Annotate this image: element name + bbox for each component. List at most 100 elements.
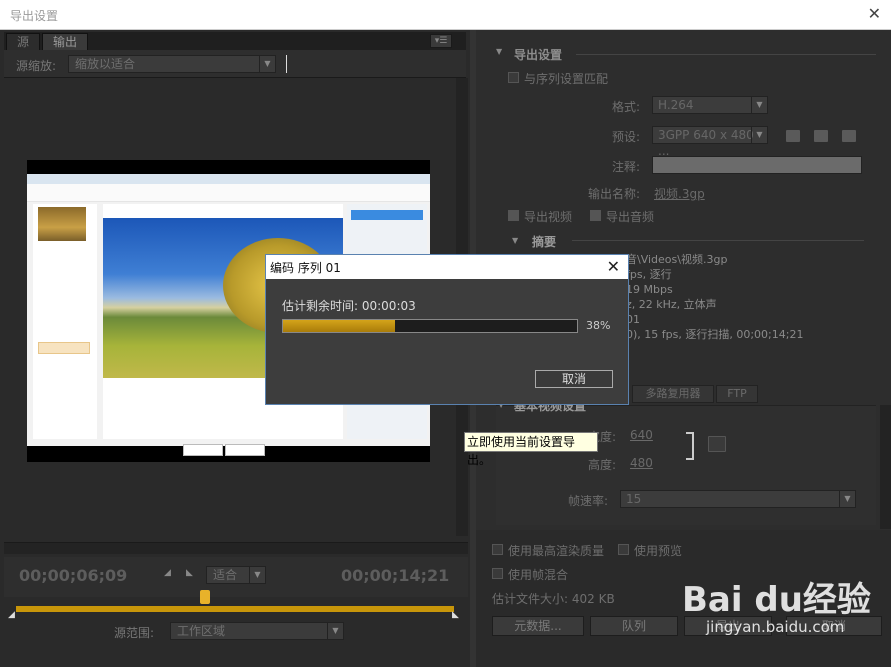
chevron-down-icon: ▼ (249, 567, 265, 583)
summary-line: z, 22 kHz, 立体声 (626, 298, 717, 311)
export-audio-checkbox[interactable] (590, 210, 601, 221)
save-preset-icon[interactable] (786, 130, 800, 142)
metadata-button[interactable]: 元数据... (492, 616, 584, 636)
playhead-icon[interactable] (200, 590, 210, 604)
import-preset-icon[interactable] (814, 130, 828, 142)
tab-source[interactable]: 源 (6, 33, 41, 50)
summary-line: 19 Mbps (626, 283, 673, 296)
preset-dropdown[interactable]: 3GPP 640 x 480 ... ▼ (652, 126, 768, 158)
collapse-triangle-icon[interactable]: ▼ (512, 236, 518, 245)
tab-output[interactable]: 输出 (42, 33, 89, 50)
divider (576, 54, 876, 55)
export-settings-heading: 导出设置 (514, 48, 563, 62)
frame-right-tabs (351, 210, 423, 220)
summary-line: 音\Videos\视频.3gp (626, 253, 728, 266)
summary-line: fps, 逐行 (626, 268, 672, 281)
export-audio-label: 导出音频 (606, 210, 655, 224)
settings-scrollbar[interactable] (880, 405, 891, 529)
comment-input[interactable] (652, 156, 862, 174)
source-range-row: 源范围: 工作区域 ▼ (4, 618, 468, 646)
use-preview-checkbox[interactable] (618, 544, 629, 555)
frame-sidebar (33, 204, 97, 439)
source-scaling-row: 源缩放: 缩放以适合 ▼ (4, 50, 466, 78)
window-title: 导出设置 (10, 9, 59, 23)
watermark-url: jingyan.baidu.com (706, 618, 845, 636)
max-render-checkbox[interactable] (492, 544, 503, 555)
export-tooltip: 立即使用当前设置导出。 (464, 432, 598, 467)
framerate-dropdown[interactable]: 15 ▼ (620, 490, 856, 508)
dialog-cancel-button[interactable]: 取消 (535, 370, 613, 388)
tab-multiplexer[interactable]: 多路复用器 (632, 385, 714, 403)
delete-preset-icon[interactable] (842, 130, 856, 142)
queue-button[interactable]: 队列 (590, 616, 678, 636)
summary-line: 0), 15 fps, 逐行扫描, 00;00;14;21 (626, 328, 804, 341)
close-icon[interactable]: ✕ (607, 257, 620, 276)
output-name-link[interactable]: 视频.3gp (654, 185, 705, 202)
preview-tabs: 源 输出 ▾☰ (4, 32, 466, 50)
source-scaling-value: 缩放以适合 (75, 57, 136, 71)
export-video-label: 导出视频 (524, 210, 573, 224)
panel-menu-icon[interactable]: ▾☰ (430, 34, 452, 48)
timecode-current[interactable]: 00;00;06;09 (19, 566, 127, 585)
viewer-horizontal-scrollbar[interactable] (4, 542, 468, 554)
width-value[interactable]: 640 (630, 428, 653, 442)
height-value[interactable]: 480 (630, 456, 653, 470)
encoding-dialog: 编码 序列 01 ✕ 估计剩余时间: 00:00:03 38% 取消 (265, 254, 629, 405)
baidu-watermark: Bai du经验 jingyan.baidu.com (682, 572, 882, 642)
source-range-dropdown[interactable]: 工作区域 ▼ (170, 622, 344, 640)
export-settings-window: 导出设置 ✕ 源 输出 ▾☰ 源缩放: 缩放以适合 ▼ 00;00;06;09 … (0, 0, 891, 667)
source-scaling-dropdown[interactable]: 缩放以适合 ▼ (68, 55, 276, 73)
use-preview-label: 使用预览 (634, 544, 683, 558)
progress-fill (283, 320, 395, 332)
match-sequence-label: 与序列设置匹配 (524, 72, 609, 86)
frame-titlebar (27, 174, 430, 184)
frame-sidebar-button (38, 342, 90, 354)
chevron-down-icon: ▼ (839, 491, 855, 507)
format-label: 格式: (612, 100, 641, 114)
frame-toolbar (27, 184, 430, 202)
link-icon[interactable] (708, 436, 726, 452)
progress-percent: 38% (586, 319, 611, 332)
framerate-value: 15 (626, 492, 642, 506)
preset-value: 3GPP 640 x 480 ... (658, 128, 754, 158)
preset-label: 预设: (612, 130, 641, 144)
max-render-label: 使用最高渲染质量 (508, 544, 605, 558)
dialog-titlebar: 编码 序列 01 ✕ (266, 255, 628, 279)
collapse-triangle-icon[interactable]: ▼ (496, 47, 502, 56)
fit-value: 适合 (213, 568, 238, 582)
height-label: 高度: (588, 458, 617, 472)
close-icon[interactable]: ✕ (868, 4, 881, 23)
frame-ok-button (183, 444, 223, 456)
fit-dropdown[interactable]: 适合 ▼ (206, 566, 266, 584)
framerate-label: 帧速率: (568, 494, 609, 508)
frame-blend-label: 使用帧混合 (508, 568, 569, 582)
source-range-value: 工作区域 (177, 624, 226, 638)
frame-cancel-button (225, 444, 265, 456)
mark-out-icon[interactable]: ◣ (186, 568, 193, 578)
summary-line: 01 (626, 313, 640, 326)
match-sequence-checkbox[interactable] (508, 72, 519, 83)
crop-divider (286, 55, 287, 73)
video-settings-section: ▼ 基本视频设置 宽度: 640 高度: 480 帧速率: 15 ▼ (496, 399, 876, 525)
source-range-label: 源范围: (114, 626, 155, 640)
comment-label: 注释: (612, 160, 641, 174)
format-value: H.264 (658, 98, 694, 112)
mark-in-icon[interactable]: ◢ (164, 568, 171, 578)
chevron-down-icon: ▼ (751, 127, 767, 143)
summary-text: 音\Videos\视频.3gp fps, 逐行 19 Mbps z, 22 kH… (626, 252, 803, 342)
watermark-brand: Bai du经验 (682, 580, 871, 620)
link-bracket (686, 432, 694, 460)
format-dropdown[interactable]: H.264 ▼ (652, 96, 768, 114)
timecode-bar: 00;00;06;09 ◢ ◣ 适合 ▼ 00;00;14;21 (4, 557, 468, 597)
frame-thumbnail (38, 207, 86, 241)
tab-ftp[interactable]: FTP (716, 385, 758, 403)
progress-bar (282, 319, 578, 333)
frame-blend-checkbox[interactable] (492, 568, 503, 579)
timeline-track[interactable] (16, 606, 454, 612)
dialog-title: 编码 序列 01 (270, 261, 341, 275)
remaining-time: 估计剩余时间: 00:00:03 (282, 299, 416, 313)
chevron-down-icon: ▼ (259, 56, 275, 72)
chevron-down-icon: ▼ (327, 623, 343, 639)
chevron-down-icon: ▼ (751, 97, 767, 113)
export-video-checkbox[interactable] (508, 210, 519, 221)
